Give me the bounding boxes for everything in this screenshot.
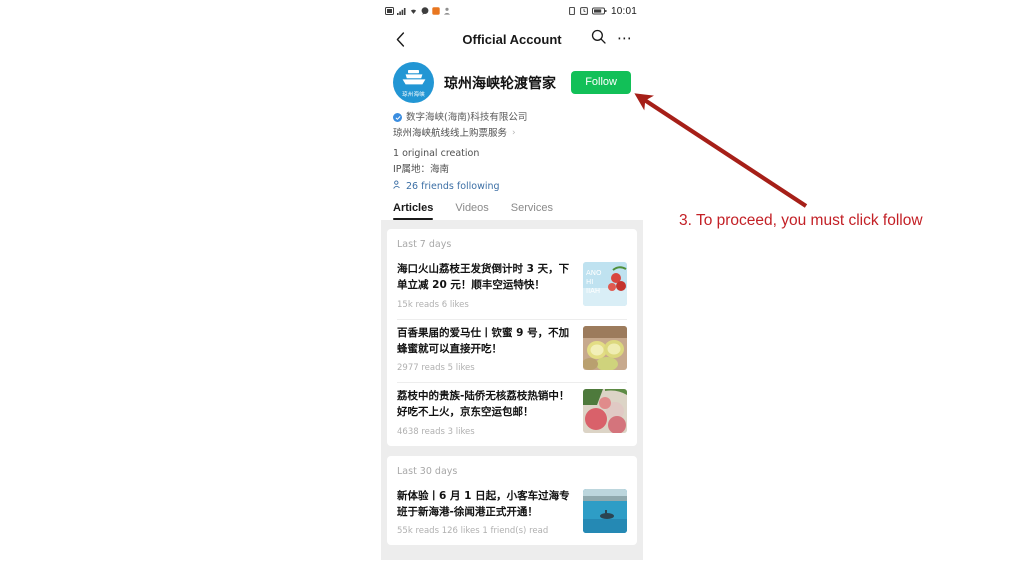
back-chevron-icon[interactable] — [391, 30, 409, 48]
avatar-label: 琼州海峡 — [402, 92, 425, 98]
more-dots-icon[interactable]: ⋯ — [617, 31, 633, 46]
list-item[interactable]: 荔枝中的贵族-陆侨无核荔枝热销中！好吃不上火，京东空运包邮！ 4638 read… — [397, 383, 627, 446]
alarm-icon — [580, 7, 588, 15]
svg-text:IIAH: IIAH — [586, 287, 600, 295]
phone-screen: 10:01 Official Account ⋯ 琼州海峡 琼州海峡轮渡管家 F… — [381, 0, 643, 574]
article-feed: Last 7 days 海口火山荔枝王发货倒计时 3 天，下单立减 20 元！顺… — [381, 220, 643, 561]
ip-location: IP属地：海南 — [393, 164, 450, 176]
chevron-right-icon: › — [512, 128, 516, 139]
article-stats: 15k reads 6 likes — [397, 299, 469, 310]
chat-bubble-icon — [421, 7, 429, 15]
company-row: 数字海峡(海南)科技有限公司 — [393, 112, 631, 124]
lychee-fruit-thumbnail[interactable] — [583, 389, 627, 434]
ferry-ship-icon — [402, 70, 425, 85]
account-profile-header: 琼州海峡 琼州海峡轮渡管家 Follow 数字海峡(海南)科技有限公司 琼州海峡… — [381, 56, 643, 192]
article-stats: 4638 reads 3 likes — [397, 426, 475, 437]
friends-icon — [393, 180, 402, 192]
section-header: Last 7 days — [397, 239, 452, 251]
tab-videos[interactable]: Videos — [455, 202, 488, 220]
company-name: 数字海峡(海南)科技有限公司 — [406, 112, 528, 123]
sim-card-icon — [385, 7, 394, 15]
harbor-sea-thumbnail[interactable] — [583, 488, 627, 533]
account-name: 琼州海峡轮渡管家 — [444, 75, 556, 92]
person-icon — [443, 7, 451, 15]
article-text: 新体验丨6 月 1 日起，小客车过海专班于新海港-徐闻港正式开通！ 55k re… — [397, 489, 583, 537]
navigation-bar: Official Account ⋯ — [381, 22, 643, 56]
status-bar: 10:01 — [381, 0, 643, 22]
passionfruit-thumbnail[interactable] — [583, 325, 627, 370]
article-stats: 2977 reads 5 likes — [397, 363, 475, 374]
search-icon[interactable] — [591, 29, 606, 49]
lychee-poster-thumbnail[interactable]: ANO HI IIAH — [583, 262, 627, 307]
verified-check-icon — [393, 113, 402, 123]
feed-section-last-7-days: Last 7 days 海口火山荔枝王发货倒计时 3 天，下单立减 20 元！顺… — [387, 229, 637, 446]
content-tabs: Articles Videos Services — [381, 192, 643, 221]
list-item[interactable]: 海口火山荔枝王发货倒计时 3 天，下单立减 20 元！顺丰空运特快！ 15k r… — [397, 256, 627, 320]
status-bar-clock: 10:01 — [610, 5, 637, 17]
signal-icon — [397, 8, 406, 15]
article-text: 荔枝中的贵族-陆侨无核荔枝热销中！好吃不上火，京东空运包邮！ 4638 read… — [397, 389, 583, 437]
list-item[interactable]: 百香果届的爱马仕丨钦蜜 9 号，不加蜂蜜就可以直接开吃！ 2977 reads … — [397, 320, 627, 384]
article-text: 海口火山荔枝王发货倒计时 3 天，下单立减 20 元！顺丰空运特快！ 15k r… — [397, 262, 583, 310]
friends-following-row[interactable]: 26 friends following — [393, 180, 631, 192]
tab-articles[interactable]: Articles — [393, 202, 434, 221]
account-description: 琼州海峡航线线上购票服务 — [393, 127, 508, 139]
tab-services[interactable]: Services — [511, 202, 553, 220]
article-title: 荔枝中的贵族-陆侨无核荔枝热销中！好吃不上火，京东空运包邮！ — [397, 390, 570, 419]
battery-icon — [591, 7, 607, 15]
wifi-icon — [410, 9, 417, 14]
feed-section-last-30-days: Last 30 days 新体验丨6 月 1 日起，小客车过海专班于新海港-徐闻… — [387, 455, 637, 546]
list-item[interactable]: 新体验丨6 月 1 日起，小客车过海专班于新海港-徐闻港正式开通！ 55k re… — [397, 483, 627, 546]
account-meta: 数字海峡(海南)科技有限公司 琼州海峡航线线上购票服务 › 1 original… — [393, 112, 631, 192]
original-creation-count: 1 original creation — [393, 147, 480, 159]
avatar[interactable]: 琼州海峡 — [393, 62, 434, 103]
vibrate-icon — [569, 7, 575, 15]
svg-text:ANO: ANO — [586, 269, 602, 277]
article-text: 百香果届的爱马仕丨钦蜜 9 号，不加蜂蜜就可以直接开吃！ 2977 reads … — [397, 326, 583, 374]
follow-button[interactable]: Follow — [571, 71, 631, 94]
article-title: 海口火山荔枝王发货倒计时 3 天，下单立减 20 元！顺丰空运特快！ — [397, 263, 570, 292]
svg-text:HI: HI — [586, 278, 593, 286]
section-header: Last 30 days — [397, 465, 458, 477]
status-bar-right: 10:01 — [568, 6, 637, 17]
status-bar-left-icons — [385, 7, 451, 15]
app-badge-icon — [432, 7, 440, 15]
profile-top-row: 琼州海峡 琼州海峡轮渡管家 Follow — [393, 62, 631, 103]
article-title: 百香果届的爱马仕丨钦蜜 9 号，不加蜂蜜就可以直接开吃！ — [397, 326, 570, 355]
annotation-text: 3. To proceed, you must click follow — [679, 212, 923, 229]
navigation-bar-actions: ⋯ — [591, 29, 633, 49]
article-stats: 55k reads 126 likes 1 friend(s) read — [397, 526, 549, 537]
friends-following-count: 26 friends following — [406, 180, 500, 192]
description-row[interactable]: 琼州海峡航线线上购票服务 › — [393, 128, 631, 140]
article-title: 新体验丨6 月 1 日起，小客车过海专班于新海港-徐闻港正式开通！ — [397, 489, 570, 518]
